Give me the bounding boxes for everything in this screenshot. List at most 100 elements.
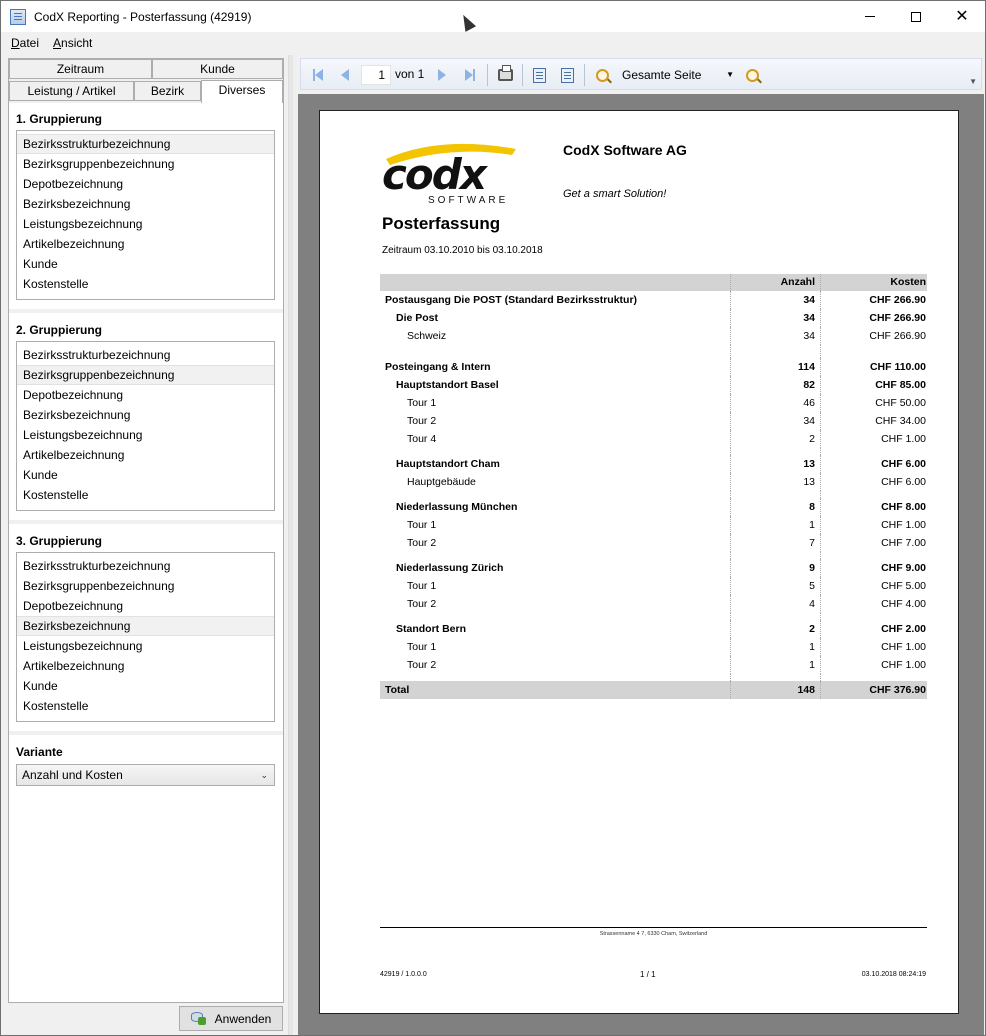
list-item[interactable]: Kostenstelle: [17, 274, 274, 294]
table-row: Niederlassung München 8 CHF 8.00: [380, 498, 927, 516]
list-item[interactable]: Kostenstelle: [17, 485, 274, 505]
list-item[interactable]: Leistungsbezeichnung: [17, 425, 274, 445]
previous-page-icon: [341, 69, 349, 81]
minimize-button[interactable]: [847, 1, 893, 32]
toolbar-overflow-icon[interactable]: ▼: [969, 77, 977, 86]
next-page-button[interactable]: [433, 66, 451, 84]
list-item[interactable]: Artikelbezeichnung: [17, 234, 274, 254]
list-item[interactable]: Depotbezeichnung: [17, 596, 274, 616]
list-item[interactable]: Bezirksbezeichnung: [17, 405, 274, 425]
row-kosten: CHF 266.90: [820, 327, 926, 345]
print-button[interactable]: [496, 65, 514, 84]
table-row: Schweiz 34 CHF 266.90: [380, 327, 927, 345]
list-item[interactable]: Leistungsbezeichnung: [17, 214, 274, 234]
table-row: Tour 1 46 CHF 50.00: [380, 394, 927, 412]
last-page-button[interactable]: [461, 66, 479, 84]
tab-kunde[interactable]: Kunde: [152, 59, 283, 79]
row-anzahl: 34: [730, 309, 816, 327]
toolbar-separator: [487, 64, 488, 86]
list-item[interactable]: Kostenstelle: [17, 696, 274, 716]
row-anzahl: 114: [730, 358, 816, 376]
tab-diverses[interactable]: Diverses: [201, 80, 283, 103]
list-item[interactable]: Kunde: [17, 254, 274, 274]
menu-ansicht[interactable]: Ansicht: [53, 36, 92, 50]
title-bar: CodX Reporting - Posterfassung (42919) ✕: [1, 1, 985, 32]
logo-text: codx: [382, 150, 489, 199]
list-item[interactable]: Bezirksgruppenbezeichnung: [17, 576, 274, 596]
filter-panel: Zeitraum Kunde Leistung / Artikel Bezirk…: [8, 58, 284, 1003]
table-row: Tour 1 1 CHF 1.00: [380, 638, 927, 656]
panel-splitter[interactable]: [288, 55, 293, 1035]
row-anzahl: 5: [730, 577, 816, 595]
close-button[interactable]: ✕: [939, 1, 985, 32]
codx-logo: codx SOFTWARE: [382, 143, 516, 205]
list-item[interactable]: Kunde: [17, 465, 274, 485]
maximize-button[interactable]: [893, 1, 939, 32]
tab-zeitraum[interactable]: Zeitraum: [9, 59, 152, 79]
list-item[interactable]: Bezirksbezeichnung: [17, 616, 274, 636]
column-divider: [730, 613, 816, 620]
table-row: Tour 1 5 CHF 5.00: [380, 577, 927, 595]
footer-address: Strassenname 4 7, 6330 Cham, Switzerland: [599, 931, 708, 937]
row-label: Tour 1: [407, 641, 437, 653]
row-label: Tour 2: [407, 537, 437, 549]
list-item[interactable]: Depotbezeichnung: [17, 174, 274, 194]
row-anzahl: 13: [730, 473, 816, 491]
row-label: Tour 4: [407, 433, 437, 445]
list-item[interactable]: Artikelbezeichnung: [17, 656, 274, 676]
first-page-button[interactable]: [309, 66, 327, 84]
list-item[interactable]: Bezirksgruppenbezeichnung: [17, 154, 274, 174]
total-row: Total 148 CHF 376.90: [380, 681, 927, 699]
company-name: CodX Software AG: [563, 142, 687, 158]
list-item[interactable]: Bezirksstrukturbezeichnung: [17, 556, 274, 576]
separator: [9, 309, 283, 313]
row-label: Tour 2: [407, 659, 437, 671]
row-label: Schweiz: [407, 330, 447, 342]
list-item[interactable]: Artikelbezeichnung: [17, 445, 274, 465]
apply-button[interactable]: Anwenden: [179, 1006, 283, 1031]
next-page-icon: [438, 69, 446, 81]
table-row: Tour 1 1 CHF 1.00: [380, 516, 927, 534]
menu-datei[interactable]: Datei: [11, 36, 39, 50]
zoom-in-icon: [745, 68, 759, 82]
list-item[interactable]: Leistungsbezeichnung: [17, 636, 274, 656]
row-spacer: [380, 491, 927, 498]
list-item[interactable]: Kunde: [17, 676, 274, 696]
row-anzahl: 34: [730, 327, 816, 345]
tab-bezirk[interactable]: Bezirk: [134, 81, 201, 101]
page-number-input[interactable]: 1: [361, 65, 391, 85]
row-kosten: CHF 9.00: [820, 559, 926, 577]
row-anzahl: 46: [730, 394, 816, 412]
page-setup-button[interactable]: [558, 66, 576, 84]
row-kosten: CHF 1.00: [820, 430, 926, 448]
zoom-in-button[interactable]: [743, 66, 761, 84]
variant-select[interactable]: Anzahl und Kosten ⌄: [16, 764, 275, 786]
list-item[interactable]: Bezirksgruppenbezeichnung: [17, 365, 274, 385]
row-anzahl: 2: [730, 620, 816, 638]
zoom-select[interactable]: Gesamte Seite ▼: [618, 65, 736, 85]
previous-page-button[interactable]: [336, 66, 354, 84]
list-item[interactable]: Bezirksbezeichnung: [17, 194, 274, 214]
page-setup-icon: [560, 67, 574, 83]
row-label: Postausgang Die POST (Standard Bezirksst…: [385, 294, 638, 306]
row-kosten: CHF 34.00: [820, 412, 926, 430]
group-2-listbox[interactable]: Bezirksstrukturbezeichnung Bezirksgruppen…: [16, 341, 275, 511]
row-anzahl: 9: [730, 559, 816, 577]
separator: [9, 731, 283, 735]
row-anzahl: 34: [730, 291, 816, 309]
export-button[interactable]: [530, 66, 548, 84]
list-item[interactable]: Bezirksstrukturbezeichnung: [17, 134, 274, 154]
list-item[interactable]: Bezirksstrukturbezeichnung: [17, 345, 274, 365]
row-kosten: CHF 1.00: [820, 656, 926, 674]
list-item[interactable]: Depotbezeichnung: [17, 385, 274, 405]
report-viewer[interactable]: codx SOFTWARE CodX Software AG Get a sma…: [298, 94, 984, 1035]
group-1-listbox[interactable]: Bezirksstrukturbezeichnung Bezirksgruppen…: [16, 130, 275, 300]
group-3-listbox[interactable]: Bezirksstrukturbezeichnung Bezirksgruppen…: [16, 552, 275, 722]
zoom-out-button[interactable]: [593, 66, 611, 84]
company-slogan: Get a smart Solution!: [563, 188, 667, 200]
tab-leistung-artikel[interactable]: Leistung / Artikel: [9, 81, 134, 101]
footer-version: 42919 / 1.0.0.0: [380, 971, 427, 978]
row-label: Tour 2: [407, 598, 437, 610]
group-3-title: 3. Gruppierung: [16, 534, 103, 548]
page-count-label: von 1: [395, 67, 425, 81]
